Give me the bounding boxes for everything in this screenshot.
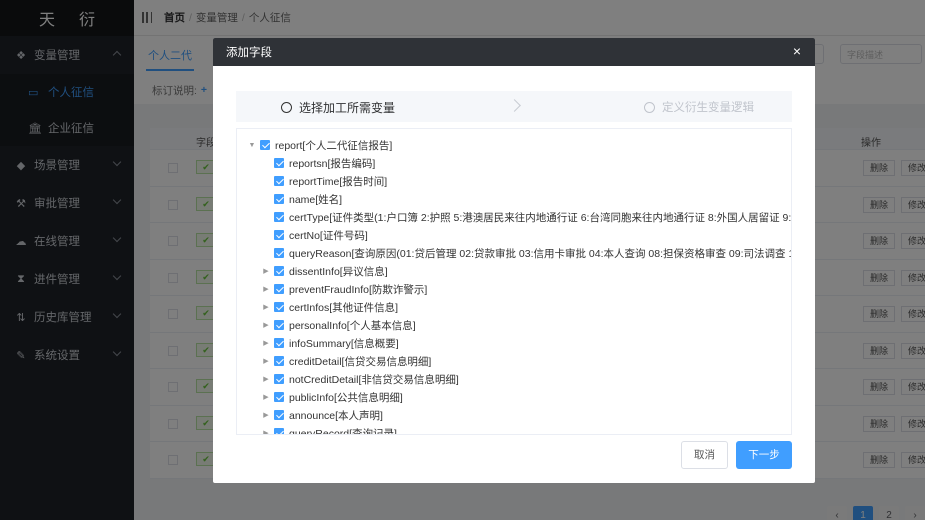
tree-node-checkbox[interactable]	[274, 410, 284, 420]
tree-node[interactable]: ▶ dissentInfo[异议信息]	[261, 262, 388, 280]
tree-node-checkbox[interactable]	[274, 176, 284, 186]
tree-node[interactable]: ▶ infoSummary[信息概要]	[261, 334, 399, 352]
tree-node[interactable]: queryReason[查询原因(01:贷后管理 02:贷款审批 03:信用卡审…	[261, 244, 792, 262]
tree-node[interactable]: ▶ queryRecord[查询记录]	[261, 424, 397, 435]
close-icon[interactable]: ×	[793, 44, 801, 58]
tree-node-label: certType[证件类型(1:户口簿 2:护照 5:港澳居民来往内地通行证 6…	[289, 211, 792, 224]
tree-node-checkbox[interactable]	[274, 356, 284, 366]
add-field-dialog: 添加字段 × 选择加工所需变量 定义衍生变量逻辑 ▼ report[个人二代征信报…	[213, 38, 815, 483]
step-select-variables: 选择加工所需变量	[281, 99, 395, 116]
caret-right-icon[interactable]: ▶	[261, 303, 271, 311]
tree-node-checkbox[interactable]	[274, 374, 284, 384]
tree-node[interactable]: ▶ publicInfo[公共信息明细]	[261, 388, 403, 406]
tree-node-checkbox[interactable]	[274, 428, 284, 434]
tree-node-checkbox[interactable]	[274, 248, 284, 258]
tree-node-checkbox[interactable]	[274, 284, 284, 294]
tree-node-label: creditDetail[信贷交易信息明细]	[289, 355, 432, 368]
step-circle-icon	[281, 102, 292, 113]
tree-node-checkbox[interactable]	[274, 392, 284, 402]
tree-node-checkbox[interactable]	[260, 140, 270, 150]
chevron-right-icon	[508, 99, 521, 112]
step-label: 选择加工所需变量	[299, 101, 396, 115]
tree-node-label: dissentInfo[异议信息]	[289, 265, 388, 278]
tree-node[interactable]: name[姓名]	[261, 190, 342, 208]
caret-right-icon[interactable]: ▶	[261, 321, 271, 329]
caret-right-icon[interactable]: ▶	[261, 339, 271, 347]
caret-right-icon[interactable]: ▶	[261, 411, 271, 419]
cancel-button[interactable]: 取消	[681, 441, 728, 469]
tree-node[interactable]: reportsn[报告编码]	[261, 154, 375, 172]
tree-node-label: queryRecord[查询记录]	[289, 427, 397, 435]
caret-right-icon[interactable]: ▶	[261, 357, 271, 365]
tree-node-label: name[姓名]	[289, 193, 343, 206]
step-label: 定义衍生变量逻辑	[662, 102, 754, 114]
tree-node[interactable]: ▶ notCreditDetail[非信贷交易信息明细]	[261, 370, 459, 388]
dialog-footer: 取消 下一步	[681, 441, 792, 469]
tree-node[interactable]: ▶ announce[本人声明]	[261, 406, 383, 424]
tree-node-label: infoSummary[信息概要]	[289, 337, 399, 350]
tree-node-label: personalInfo[个人基本信息]	[289, 319, 416, 332]
tree-node-checkbox[interactable]	[274, 338, 284, 348]
tree-node-label: reportsn[报告编码]	[289, 157, 376, 170]
dialog-header: 添加字段 ×	[213, 38, 815, 66]
tree-node-label: reportTime[报告时间]	[289, 175, 388, 188]
caret-right-icon[interactable]: ▶	[261, 429, 271, 434]
next-step-button[interactable]: 下一步	[736, 441, 792, 469]
tree-node-checkbox[interactable]	[274, 266, 284, 276]
tree-node-label: preventFraudInfo[防欺诈警示]	[289, 283, 428, 296]
tree-node-checkbox[interactable]	[274, 230, 284, 240]
dialog-title: 添加字段	[226, 47, 272, 59]
step-define-logic: 定义衍生变量逻辑	[644, 99, 754, 115]
tree-node[interactable]: ▶ creditDetail[信贷交易信息明细]	[261, 352, 431, 370]
steps-bar: 选择加工所需变量 定义衍生变量逻辑	[236, 91, 792, 122]
tree-node-label: queryReason[查询原因(01:贷后管理 02:贷款审批 03:信用卡审…	[289, 247, 792, 260]
tree-node-label: publicInfo[公共信息明细]	[289, 391, 403, 404]
tree-node[interactable]: ▶ preventFraudInfo[防欺诈警示]	[261, 280, 427, 298]
tree-node-checkbox[interactable]	[274, 194, 284, 204]
tree-node[interactable]: reportTime[报告时间]	[261, 172, 387, 190]
step-circle-icon	[644, 101, 655, 113]
tree-node-checkbox[interactable]	[274, 320, 284, 330]
tree-node-label: report[个人二代征信报告]	[275, 139, 393, 152]
tree-node-label: announce[本人声明]	[289, 409, 383, 422]
tree-node[interactable]: ▼ report[个人二代征信报告]	[247, 136, 393, 154]
tree-node-checkbox[interactable]	[274, 158, 284, 168]
caret-right-icon[interactable]: ▶	[261, 393, 271, 401]
caret-right-icon[interactable]: ▶	[261, 375, 271, 383]
tree-node[interactable]: ▶ certInfos[其他证件信息]	[261, 298, 398, 316]
tree-node-label: certInfos[其他证件信息]	[289, 301, 399, 314]
tree-node-label: notCreditDetail[非信贷交易信息明细]	[289, 373, 459, 386]
field-tree: ▼ report[个人二代征信报告] reportsn[报告编码] reportTim…	[236, 128, 792, 435]
tree-node-checkbox[interactable]	[274, 212, 284, 222]
caret-right-icon[interactable]: ▶	[261, 285, 271, 293]
caret-right-icon[interactable]: ▶	[261, 267, 271, 275]
tree-node[interactable]: certType[证件类型(1:户口簿 2:护照 5:港澳居民来往内地通行证 6…	[261, 208, 792, 226]
tree-node-label: certNo[证件号码]	[289, 229, 368, 242]
tree-node[interactable]: ▶ personalInfo[个人基本信息]	[261, 316, 416, 334]
tree-node[interactable]: certNo[证件号码]	[261, 226, 368, 244]
caret-down-icon[interactable]: ▼	[247, 142, 257, 149]
tree-node-checkbox[interactable]	[274, 302, 284, 312]
